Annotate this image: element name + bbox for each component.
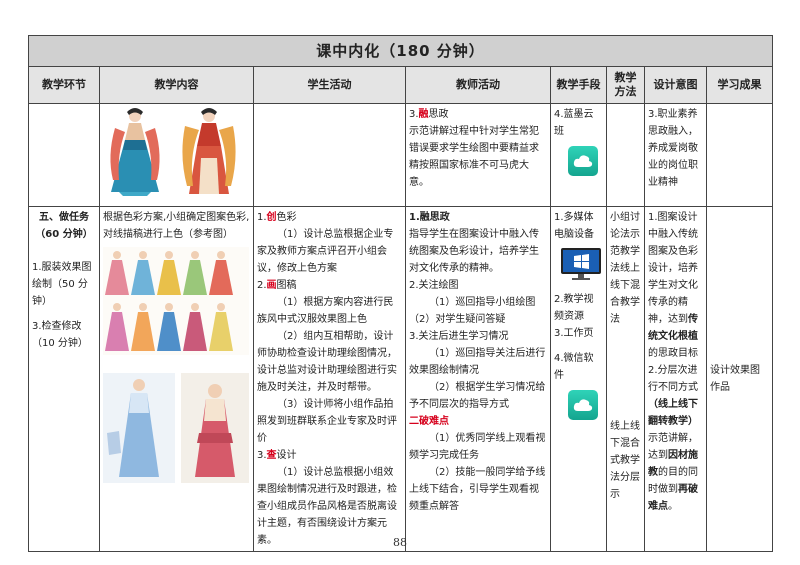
teacher-para: （1）巡回指导小组绘图（2）对学生疑问答疑 xyxy=(409,297,536,325)
page-number: 88 xyxy=(393,536,407,549)
outcome-cell: 设计效果图作品 xyxy=(705,206,774,552)
header-method: 教学方法 xyxy=(606,66,645,104)
content-text: 根据色彩方案,小组确定图案色彩,对线描稿进行上色（参考图） xyxy=(103,212,250,240)
teacher-item-difficulty: 二破难点 xyxy=(409,416,449,427)
header-outcome: 学习成果 xyxy=(705,66,774,104)
keyword-check: 查 xyxy=(266,450,277,461)
outcome-text: 设计效果图作品 xyxy=(710,365,760,393)
content-cell-images xyxy=(99,103,254,207)
header-teacher: 教师活动 xyxy=(405,66,551,104)
phase-item-1: 1.服装效果图绘制（50 分钟） xyxy=(32,262,92,307)
item-title: 设计 xyxy=(276,450,297,461)
table-row: 3.融思政 示范讲解过程中针对学生常犯错误要求学生绘图中要精益求精按照国家标准不… xyxy=(28,103,774,207)
intent-text: 2.分层次进行不同方式 xyxy=(648,365,698,393)
header-means: 教学手段 xyxy=(550,66,607,104)
item-num: 3. xyxy=(257,450,267,461)
header-student: 学生活动 xyxy=(253,66,406,104)
monitor-icon xyxy=(561,248,601,280)
teacher-cell-row1: 3.融思政 示范讲解过程中针对学生常犯错误要求学生绘图中要精益求精按照国家标准不… xyxy=(405,103,551,207)
teacher-para: （2）技能一般同学给予线上线下结合，引导学生观看视频重点解答 xyxy=(409,467,546,512)
student-cell-empty xyxy=(253,103,406,207)
hanfu-finished-renderings xyxy=(103,373,249,483)
lesson-plan-table: 课中内化（180 分钟） 教学环节 教学内容 学生活动 教师活动 教学手段 教学… xyxy=(27,35,774,552)
student-cell: 1.创色彩 （1）设计总监根据企业专家及教师方案点评召开小组会议，修改上色方案 … xyxy=(253,206,406,552)
teacher-item-1: 1.融思政 xyxy=(409,212,450,223)
teacher-para: （1）优秀同学线上观看视频学习完成任务 xyxy=(409,433,546,461)
header-row: 教学环节 教学内容 学生活动 教师活动 教学手段 教学方法 设计意图 学习成果 xyxy=(28,66,774,104)
content-cell: 根据色彩方案,小组确定图案色彩,对线描稿进行上色（参考图） xyxy=(99,206,254,552)
phase-cell-empty xyxy=(28,103,100,207)
keyword-draw: 画 xyxy=(266,280,277,291)
intent-text: 的思政目标 xyxy=(648,348,698,359)
means-cell: 1.多媒体电脑设备 2.教学视频资源 3.工作页 4.微信软件 xyxy=(550,206,607,552)
intent-text: 1.图案设计中融入传统图案及色彩设计，培养学生对文化传承的精神，达到 xyxy=(648,212,698,325)
teacher-cell: 1.融思政 指导学生在图案设计中融入传统图案及色彩设计，培养学生对文化传承的精神… xyxy=(405,206,551,552)
method-text-2: 线上线下混合式教学法分层示 xyxy=(610,421,640,500)
student-para: （3）设计师将小组作品拍照发到班群联系企业专家及时评价 xyxy=(257,399,397,444)
means-lanmo: 4.蓝墨云班 xyxy=(554,109,594,137)
wechat-cloud-icon xyxy=(568,390,598,420)
intent-text: 。 xyxy=(668,501,678,512)
method-cell-empty xyxy=(606,103,645,207)
keyword-create: 创 xyxy=(266,212,277,223)
table-title: 课中内化（180 分钟） xyxy=(27,35,774,67)
phase-title: 五、做任务（60 分钟） xyxy=(35,212,93,240)
intent-cell-row1: 3.职业素养思政融入，养成爱岗敬业的岗位职业精神 xyxy=(644,103,707,207)
intent-emphasis: （线上线下翻转教学） xyxy=(648,399,698,427)
method-cell: 小组讨论法示范教学法线上线下混合教学法 线上线下混合式教学法分层示 xyxy=(606,206,645,552)
phase-item-2: 3.检查修改（10 分钟） xyxy=(32,321,88,349)
method-text-1: 小组讨论法示范教学法线上线下混合教学法 xyxy=(610,212,640,325)
phase-cell: 五、做任务（60 分钟） 1.服装效果图绘制（50 分钟） 3.检查修改（10 … xyxy=(28,206,100,552)
item-title: 图稿 xyxy=(276,280,297,291)
hanfu-illustration-pair xyxy=(110,108,236,196)
item-title: 色彩 xyxy=(276,212,297,223)
teacher-para: （2）根据学生学习情况给予不同层次的指导方式 xyxy=(409,382,546,410)
teacher-item-2: 2.关注绘图 xyxy=(409,280,459,291)
item-num: 2. xyxy=(257,280,267,291)
hanfu-colored-sketches xyxy=(103,247,249,355)
intent-cell: 1.图案设计中融入传统图案及色彩设计，培养学生对文化传承的精神，达到传统文化根植… xyxy=(644,206,707,552)
teacher-row1-body: 示范讲解过程中针对学生常犯错误要求学生绘图中要精益求精按照国家标准不可马虎大意。 xyxy=(409,126,539,188)
outcome-cell-empty xyxy=(705,103,774,207)
header-intent: 设计意图 xyxy=(644,66,707,104)
document-page: 课中内化（180 分钟） 教学环节 教学内容 学生活动 教师活动 教学手段 教学… xyxy=(0,0,800,565)
means-item-2: 2.教学视频资源 xyxy=(554,294,594,322)
item-num: 1. xyxy=(257,212,267,223)
means-item-1: 1.多媒体电脑设备 xyxy=(554,212,594,240)
header-content: 教学内容 xyxy=(99,66,254,104)
cloud-class-icon xyxy=(568,146,598,176)
table-row: 五、做任务（60 分钟） 1.服装效果图绘制（50 分钟） 3.检查修改（10 … xyxy=(28,206,774,552)
item-title: 思政 xyxy=(428,109,449,120)
teacher-para: 指导学生在图案设计中融入传统图案及色彩设计，培养学生对文化传承的精神。 xyxy=(409,229,539,274)
student-para: （1）设计总监根据企业专家及教师方案点评召开小组会议，修改上色方案 xyxy=(257,229,394,274)
teacher-item-3: 3.关注后进生学习情况 xyxy=(409,331,509,342)
means-item-4: 4.微信软件 xyxy=(554,353,594,381)
student-para: （2）组内互相帮助，设计师协助检查设计助理绘图情况，设计总监对设计助理绘图进行实… xyxy=(257,331,397,393)
student-para: （1）根据方案内容进行民族风中式汉服效果图上色 xyxy=(257,297,394,325)
means-cell-row1: 4.蓝墨云班 xyxy=(550,103,607,207)
means-item-3: 3.工作页 xyxy=(554,328,594,339)
teacher-para: （1）巡回指导关注后进行效果图绘制情况 xyxy=(409,348,546,376)
item-num: 3. xyxy=(409,109,419,120)
keyword-integrate: 融 xyxy=(418,109,429,120)
header-phase: 教学环节 xyxy=(28,66,100,104)
